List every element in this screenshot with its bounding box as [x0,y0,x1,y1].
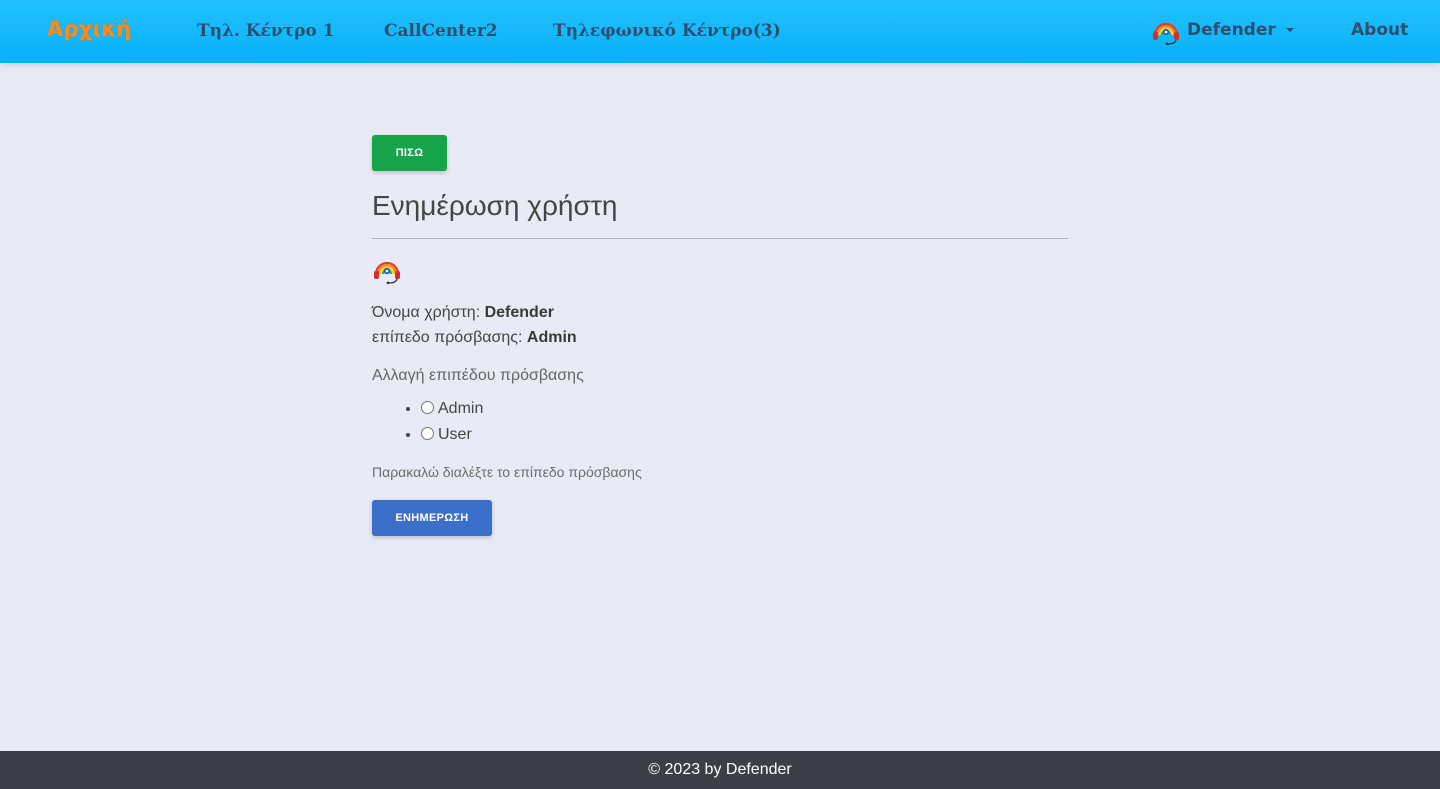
nav-link-call-center-1[interactable]: Τηλ. Κέντρο 1 [197,21,335,41]
username-value: Defender [484,304,554,321]
nav-link-call-center-2[interactable]: CallCenter2 [384,21,498,41]
avatar [372,256,1068,285]
title-divider [372,238,1068,239]
footer: © 2023 by Defender [0,751,1440,789]
top-navbar: Αρχική Τηλ. Κέντρο 1 CallCenter2 Τηλεφων… [0,0,1440,63]
username-row: Όνομα χρήστη: Defender [372,300,1068,325]
headset-rainbow-avatar-icon [374,261,400,285]
update-button[interactable]: ΕΝΗΜΕΡΩΣΗ [372,500,492,536]
access-level-options: Admin User [421,396,1068,448]
access-level-row: επίπεδο πρόσβασης: Admin [372,325,1068,350]
main-content: ΠΙΣΩ Ενημέρωση χρήστη Όνομα χρήστη: Defe… [372,135,1068,536]
footer-copyright: © 2023 by Defender [648,761,792,778]
user-dropdown[interactable]: Defender [1151,17,1294,45]
change-access-label: Αλλαγή επιπέδου πρόσβασης [372,367,584,384]
access-level-value: Admin [526,329,577,346]
headset-rainbow-avatar-icon [1153,22,1179,45]
about-link[interactable]: About [1351,20,1408,40]
radio-user-label[interactable]: User [438,426,472,443]
list-item: Admin [421,396,1068,422]
page-title: Ενημέρωση χρήστη [372,190,618,221]
radio-user[interactable] [421,427,434,440]
access-level-label: επίπεδο πρόσβασης: [372,329,523,346]
back-button[interactable]: ΠΙΣΩ [372,135,447,171]
user-name: Defender [1187,19,1276,40]
chevron-down-icon [1285,28,1294,32]
access-level-hint: Παρακαλώ διαλέξτε το επίπεδο πρόσβασης [372,464,642,480]
home-link[interactable]: Αρχική [47,17,132,41]
nav-link-call-center-3[interactable]: Τηλεφωνικό Κέντρο(3) [553,21,781,41]
list-item: User [421,422,1068,448]
radio-admin-label[interactable]: Admin [438,400,483,417]
username-label: Όνομα χρήστη: [372,304,481,321]
user-info: Όνομα χρήστη: Defender επίπεδο πρόσβασης… [372,300,1068,350]
radio-admin[interactable] [421,401,434,414]
